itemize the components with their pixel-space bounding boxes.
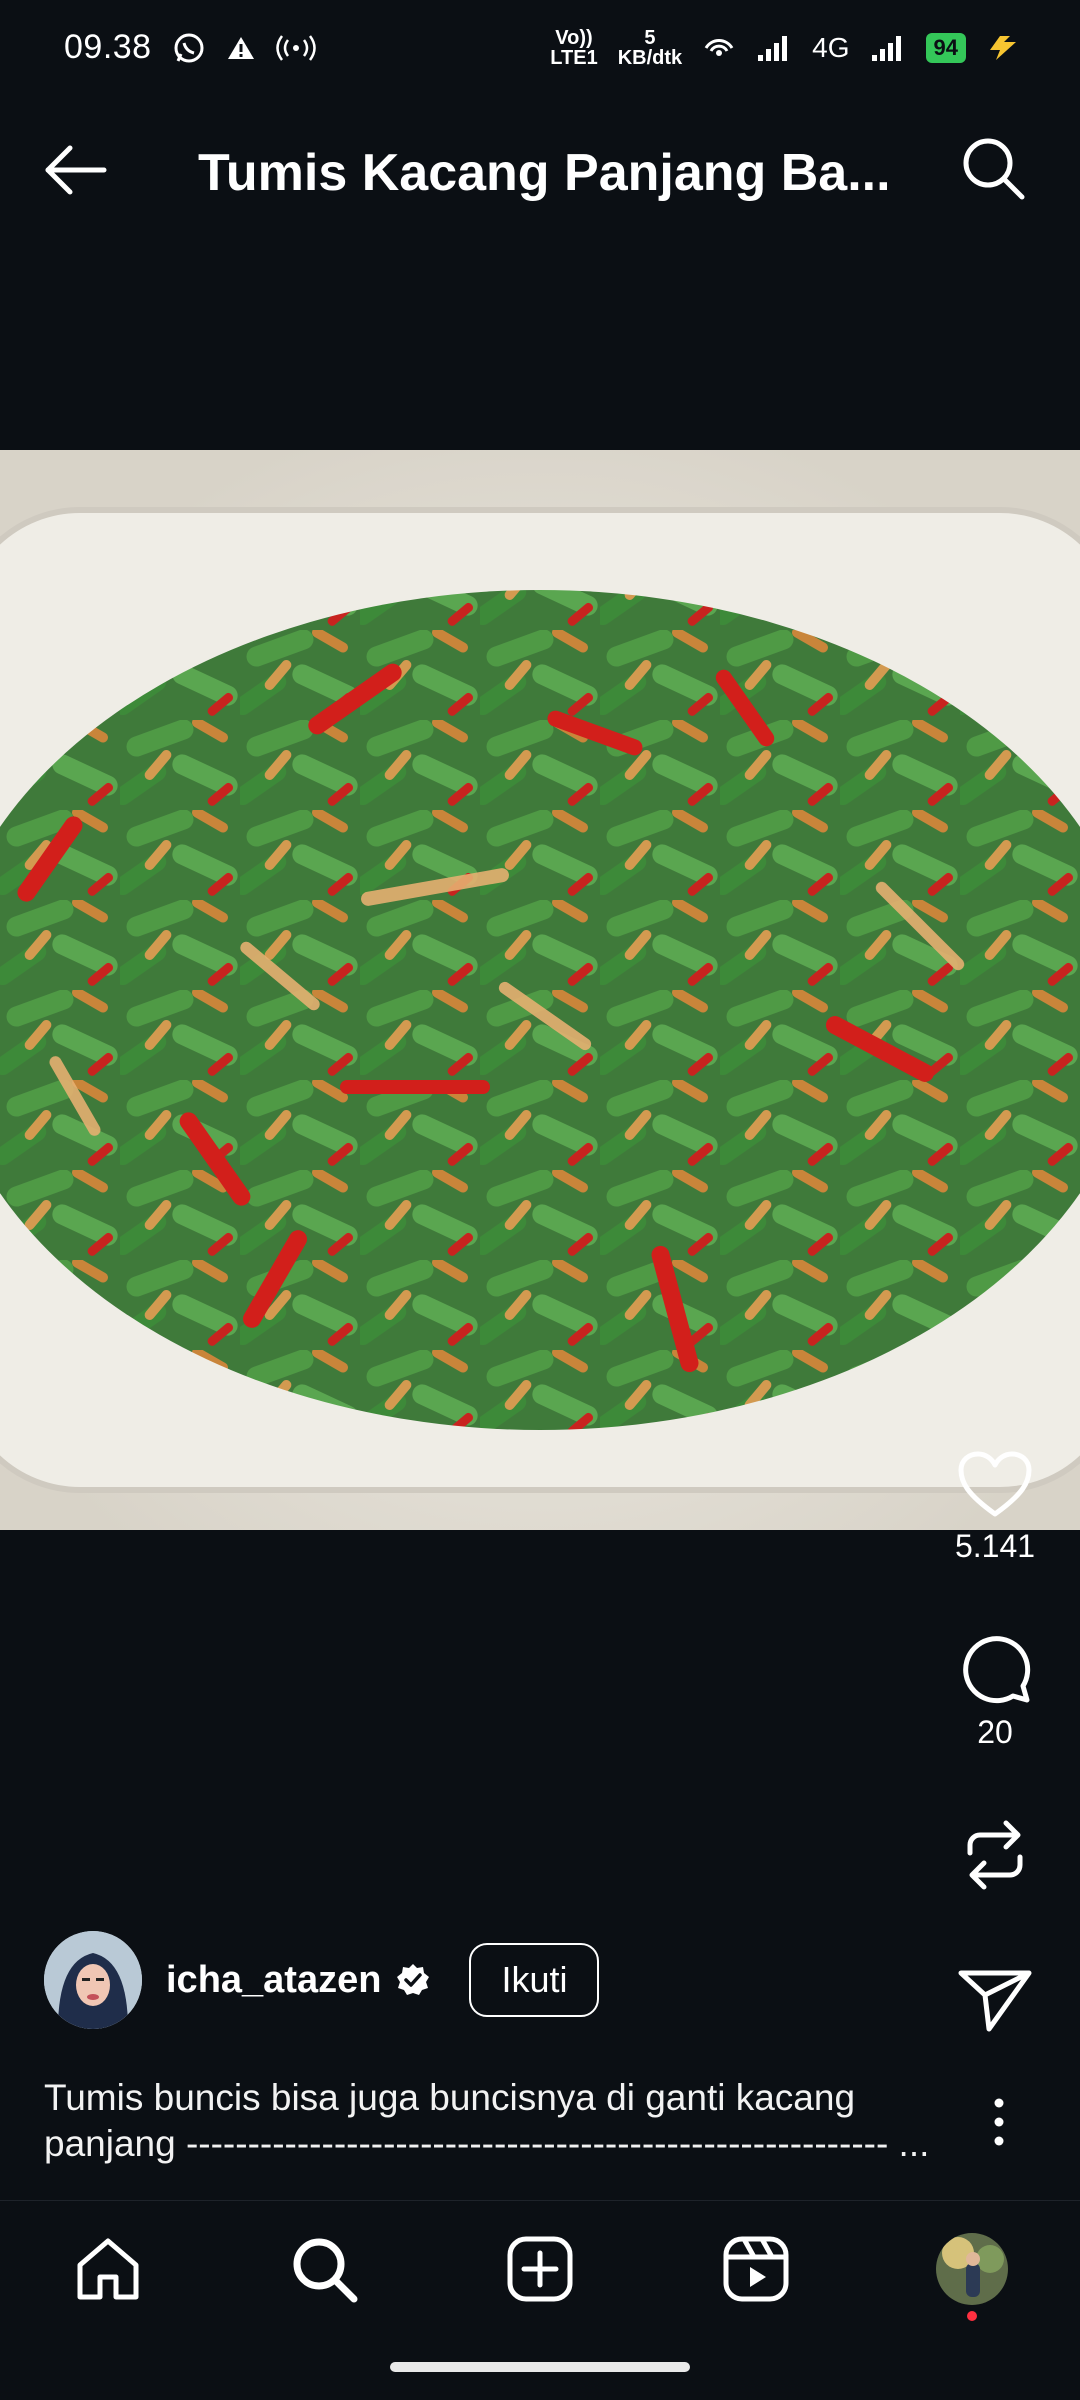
food-photo — [0, 450, 1080, 1530]
home-indicator[interactable] — [390, 2362, 690, 2372]
post-author: icha_atazen Ikuti — [44, 1930, 600, 2030]
bottom-navigation — [0, 2200, 1080, 2336]
create-icon[interactable] — [504, 2233, 576, 2305]
search-icon[interactable] — [958, 133, 1028, 203]
volte-indicator: Vo)) LTE1 — [550, 26, 598, 69]
top-bar: Tumis Kacang Panjang Ba... — [0, 95, 1080, 245]
heart-icon[interactable] — [957, 1450, 1033, 1520]
repost-action — [910, 1815, 1080, 1895]
post-caption[interactable]: Tumis buncis bisa juga buncisnya di gant… — [44, 2075, 944, 2167]
home-icon[interactable] — [72, 2233, 144, 2305]
comment-action: 20 — [910, 1630, 1080, 1751]
signal-icon — [871, 35, 901, 61]
username[interactable]: icha_atazen — [166, 1959, 381, 2002]
like-action: 5.141 — [910, 1450, 1080, 1565]
network-speed: 5 KB/dtk — [617, 26, 683, 69]
warning-icon — [227, 36, 254, 59]
caption-line-1: Tumis buncis bisa juga buncisnya di gant… — [44, 2077, 856, 2118]
wifi-icon — [704, 38, 734, 56]
back-arrow-icon[interactable] — [42, 140, 108, 200]
charging-icon — [990, 35, 1016, 60]
clock: 09.38 — [64, 28, 152, 66]
like-count: 5.141 — [954, 1528, 1036, 1564]
explore-icon[interactable] — [288, 2233, 360, 2305]
notification-dot — [967, 2311, 977, 2321]
reels-icon[interactable] — [720, 2233, 792, 2305]
post-image[interactable] — [0, 450, 1080, 1530]
hotspot-icon — [275, 34, 316, 61]
page-title: Tumis Kacang Panjang Ba... — [198, 144, 888, 202]
comment-icon[interactable] — [957, 1630, 1033, 1706]
comment-count: 20 — [977, 1714, 1013, 1750]
battery-level: 94 — [925, 32, 966, 63]
share-icon[interactable] — [957, 1965, 1033, 2035]
repost-icon[interactable] — [960, 1815, 1030, 1895]
caption-line-2: panjang --------------------------------… — [44, 2123, 930, 2164]
follow-button[interactable]: Ikuti — [469, 1943, 600, 2017]
status-bar: 09.38 Vo)) LTE1 5 KB/dtk 4G 94 — [0, 0, 1080, 95]
share-action — [910, 1965, 1080, 2035]
signal-icon — [758, 35, 788, 61]
verified-icon — [397, 1964, 430, 1995]
more-icon[interactable] — [981, 2095, 1017, 2149]
avatar[interactable] — [44, 1931, 142, 2029]
whatsapp-icon — [174, 33, 204, 62]
network-type: 4G — [812, 31, 850, 63]
profile-icon[interactable] — [936, 2233, 1008, 2305]
